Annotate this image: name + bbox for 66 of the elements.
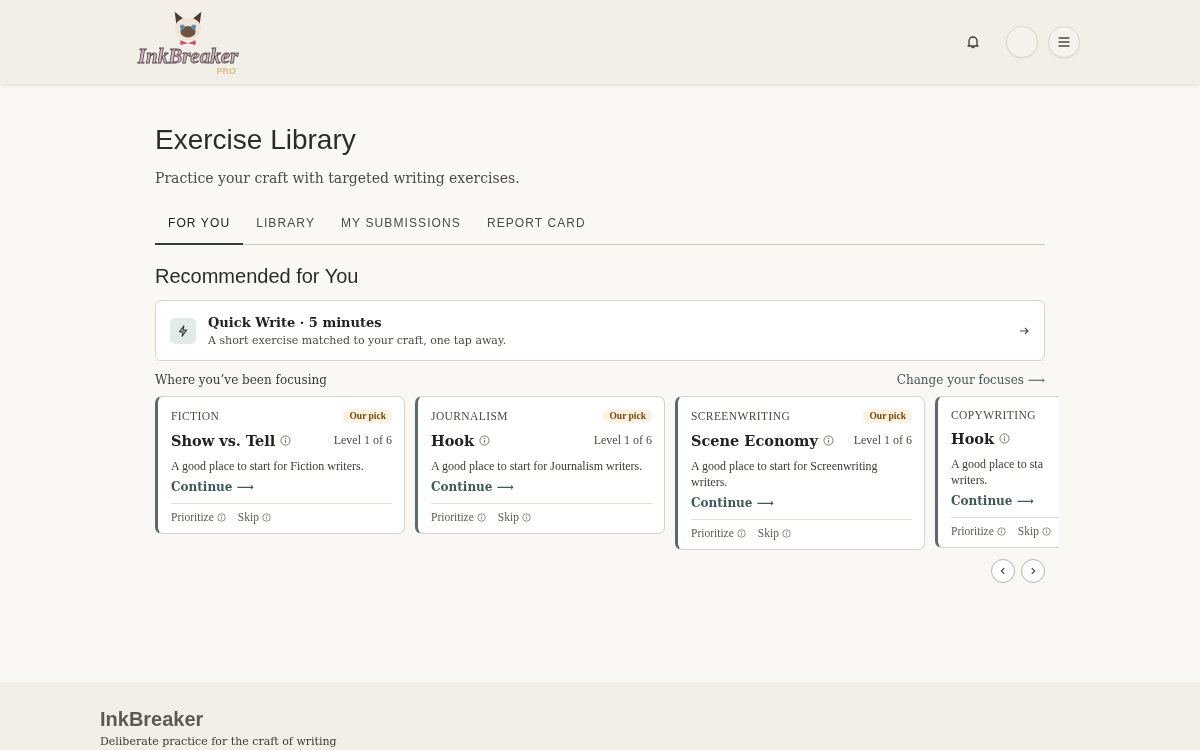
info-icon — [996, 526, 1006, 536]
skip-button[interactable]: Skip — [1017, 525, 1039, 537]
footer-brand: InkBreaker — [100, 708, 205, 731]
exercise-description: A good place to start for Journalism writers. — [431, 458, 644, 474]
tab[interactable]: LIBRARY — [243, 206, 328, 245]
info-icon — [280, 435, 292, 446]
info-icon — [1041, 526, 1051, 536]
quick-write-card[interactable]: Quick Write · 5 minutes A short exercise matched to your craft, one tap away. — [155, 300, 1045, 361]
prioritize-button[interactable]: Prioritize — [171, 511, 214, 523]
skip-button[interactable]: Skip — [497, 511, 519, 523]
menu-button[interactable] — [1048, 26, 1080, 58]
continue-link[interactable]: Continue ⟶ — [691, 496, 774, 510]
category-label: COPYWRITING — [951, 409, 1036, 421]
tab[interactable]: FOR YOU — [155, 206, 244, 245]
page-title: Exercise Library — [155, 124, 357, 156]
pick-badge: Our pick — [603, 409, 652, 423]
quick-write-description: A short exercise matched to your craft, one tap away. — [208, 333, 508, 347]
page-subtitle: Practice your craft with targeted writing exercises. — [155, 170, 521, 186]
level-label: Level 1 of 6 — [593, 433, 652, 448]
continue-link[interactable]: Continue ⟶ — [171, 480, 254, 494]
info-icon — [261, 512, 271, 522]
skip-button[interactable]: Skip — [237, 511, 259, 523]
info-icon — [521, 512, 531, 522]
change-focuses-link[interactable]: Change your focuses ⟶ — [896, 373, 1045, 387]
footer-tagline: Deliberate practice for the craft of writing — [100, 735, 338, 748]
info-icon — [479, 435, 491, 446]
prioritize-button[interactable]: Prioritize — [691, 527, 734, 539]
chevron-left-icon — [998, 566, 1008, 576]
logo-subtitle: PRO — [216, 66, 236, 76]
exercise-description: A good place to start for Fiction writers. — [171, 458, 365, 474]
tab[interactable]: MY SUBMISSIONS — [328, 206, 474, 245]
category-label: FICTION — [171, 410, 220, 422]
prioritize-button[interactable]: Prioritize — [431, 511, 474, 523]
exercise-description: A good place to sta writers. — [951, 456, 1044, 488]
focus-label: Where you’ve been focusing — [155, 373, 327, 387]
pick-badge: Our pick — [343, 409, 392, 423]
menu-icon — [1056, 34, 1072, 50]
level-label: Level 1 of 6 — [333, 433, 392, 448]
exercise-title: Show vs. Tell — [171, 432, 276, 449]
previous-button[interactable] — [991, 559, 1015, 583]
exercise-title: Hook — [951, 430, 995, 447]
info-icon — [216, 512, 226, 522]
exercise-description: A good place to start for Screenwriting writers. — [691, 458, 879, 490]
continue-link[interactable]: Continue ⟶ — [951, 494, 1034, 508]
avatar-button[interactable] — [1006, 26, 1038, 58]
info-icon — [736, 528, 746, 538]
pick-badge: Our pick — [863, 409, 912, 423]
exercise-title: Scene Economy — [691, 432, 818, 449]
info-icon — [822, 435, 834, 446]
tab[interactable]: REPORT CARD — [473, 206, 599, 245]
quick-write-title: Quick Write · 5 minutes — [208, 314, 383, 330]
lightning-icon — [170, 317, 196, 344]
next-button[interactable] — [1021, 559, 1045, 583]
continue-link[interactable]: Continue ⟶ — [431, 480, 514, 494]
logo-text: InkBreaker — [137, 46, 239, 66]
exercise-title: Hook — [431, 432, 475, 449]
info-icon — [781, 528, 791, 538]
info-icon — [476, 512, 486, 522]
prioritize-button[interactable]: Prioritize — [951, 525, 994, 537]
category-label: JOURNALISM — [431, 410, 508, 422]
info-icon — [999, 433, 1011, 444]
level-label: Level 1 of 6 — [853, 433, 912, 448]
skip-button[interactable]: Skip — [757, 527, 779, 539]
section-title: Recommended for You — [155, 265, 360, 288]
chevron-right-icon — [1028, 566, 1038, 576]
category-label: SCREENWRITING — [691, 410, 791, 422]
